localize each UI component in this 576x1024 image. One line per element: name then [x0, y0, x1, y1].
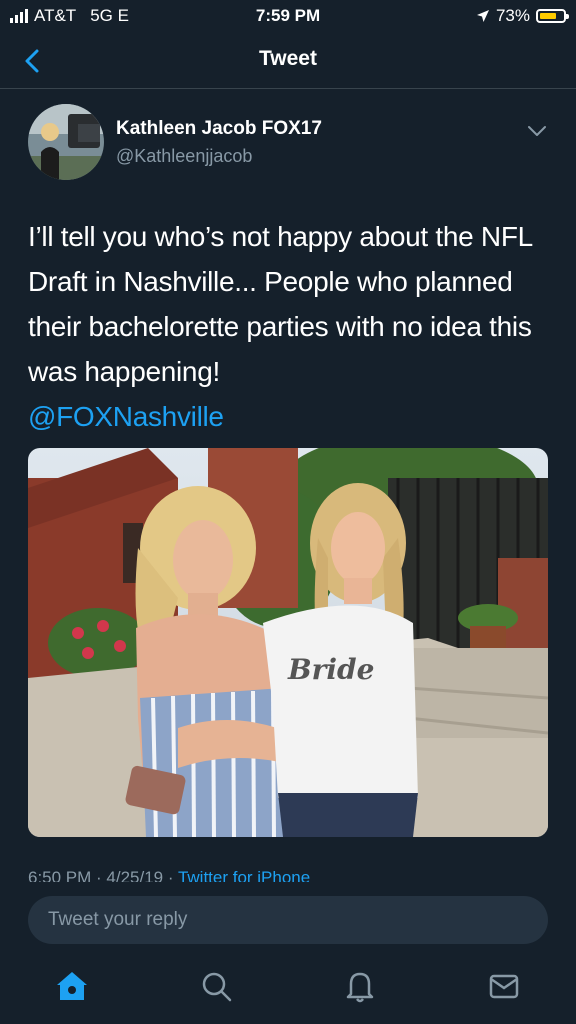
- location-arrow-icon: [476, 10, 489, 22]
- tweet-body: I’ll tell you who’s not happy about the …: [28, 221, 532, 387]
- chevron-down-icon[interactable]: [526, 124, 548, 138]
- tab-bar: [0, 958, 576, 1024]
- author-handle[interactable]: @Kathleenjjacob: [116, 146, 252, 167]
- tweet-text: I’ll tell you who’s not happy about the …: [28, 214, 548, 439]
- home-icon[interactable]: [54, 968, 90, 1004]
- notifications-icon[interactable]: [342, 968, 378, 1004]
- battery-icon: [536, 9, 569, 23]
- tweet-photo[interactable]: Bride: [28, 448, 548, 837]
- battery-fill: [540, 13, 556, 19]
- reply-input[interactable]: [46, 908, 530, 932]
- status-bar: AT&T 5G E 7:59 PM 73%: [0, 0, 576, 34]
- tweet-author: Kathleen Jacob FOX17 @Kathleenjjacob: [28, 104, 548, 184]
- tweet-source[interactable]: Twitter for iPhone: [178, 868, 310, 882]
- search-icon[interactable]: [198, 968, 234, 1004]
- status-right: 73%: [476, 6, 569, 26]
- reply-bar[interactable]: [28, 896, 548, 944]
- shirt-text: Bride: [288, 653, 375, 686]
- nav-header: Tweet: [0, 34, 576, 89]
- tweet-timestamp: 6:50 PM · 4/25/19 ·: [28, 868, 178, 882]
- page-title: Tweet: [259, 47, 317, 70]
- mention-link[interactable]: @FOXNashville: [28, 394, 548, 439]
- tweet-meta: 6:50 PM · 4/25/19 · Twitter for iPhone: [28, 868, 310, 882]
- avatar[interactable]: [28, 104, 104, 180]
- messages-icon[interactable]: [486, 968, 522, 1004]
- author-name[interactable]: Kathleen Jacob FOX17: [116, 118, 322, 140]
- battery-percent: 73%: [495, 6, 530, 25]
